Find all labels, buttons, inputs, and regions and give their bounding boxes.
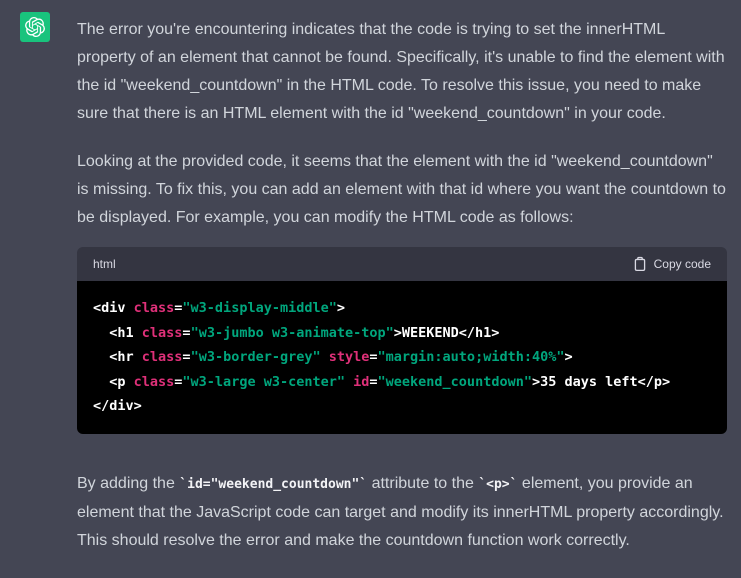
inline-code: `<p>` <box>478 476 518 492</box>
inline-code: `id="weekend_countdown"` <box>179 476 368 492</box>
code-block-header: html Copy code <box>77 247 727 281</box>
code-content: <div class="w3-display-middle"> <h1 clas… <box>77 281 727 434</box>
copy-code-button[interactable]: Copy code <box>633 256 711 272</box>
message-content: The error you're encountering indicates … <box>77 16 727 555</box>
closing-paragraph: By adding the `id="weekend_countdown"` a… <box>77 474 724 549</box>
paragraph-2: Looking at the provided code, it seems t… <box>77 153 726 226</box>
assistant-avatar <box>20 12 50 42</box>
copy-code-label: Copy code <box>653 257 711 271</box>
clipboard-icon <box>633 256 647 272</box>
code-block: html Copy code <div class="w3-display-mi… <box>77 247 727 434</box>
openai-logo-icon <box>25 17 45 37</box>
code-language-label: html <box>93 257 116 271</box>
paragraph-1: The error you're encountering indicates … <box>77 21 725 122</box>
assistant-message: The error you're encountering indicates … <box>0 0 741 555</box>
